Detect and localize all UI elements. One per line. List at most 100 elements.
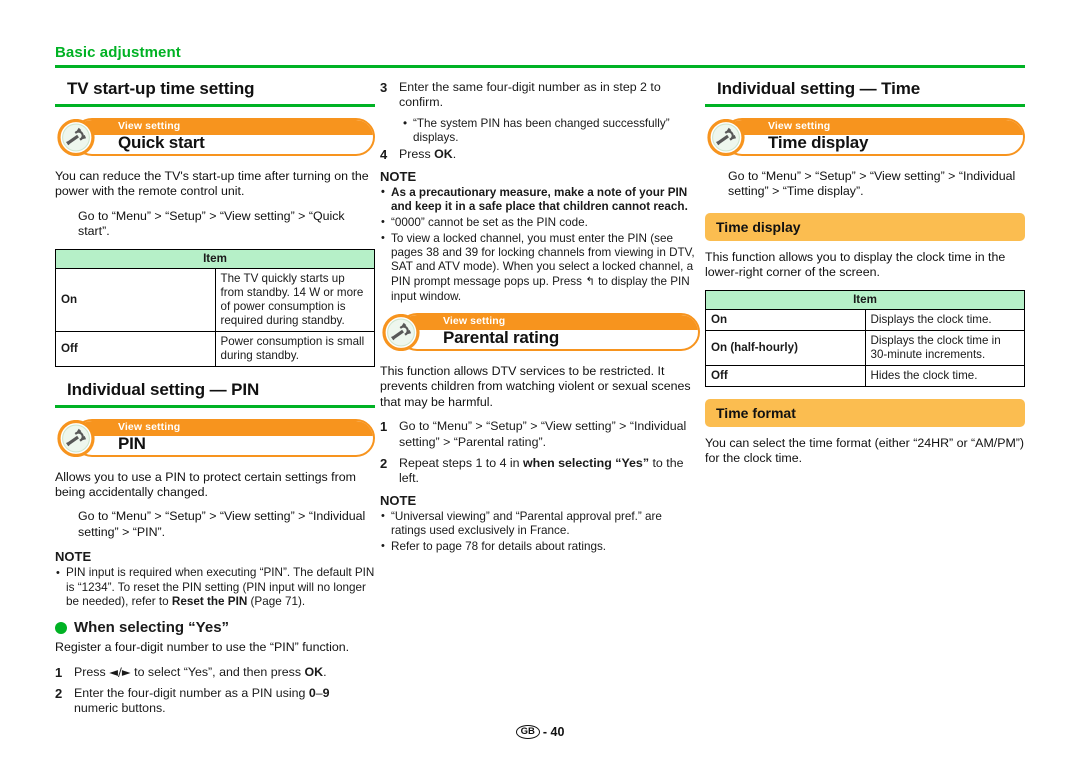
column-right: Individual setting — Time View setting T… [705,78,1025,698]
step-item: 4 Press OK. [380,147,700,162]
running-head: Basic adjustment [55,44,1025,68]
step-text: Press ◄/► to select “Yes”, and then pres… [74,664,327,679]
parental-rating-intro: This function allows DTV services to be … [380,364,691,409]
step-text: Repeat steps 1 to 4 in when selecting “Y… [399,456,684,486]
note-list: As a precautionary measure, make a note … [380,185,700,304]
three-column-body: TV start-up time setting View setting Qu… [55,78,1025,715]
view-setting-banner-quick-start: View setting Quick start [55,118,375,158]
substep-text: “The system PIN has been changed success… [413,116,670,145]
banner-title: Time display [768,133,869,152]
page-number: 40 [550,725,565,739]
banner-label: View setting [443,315,506,327]
table-cell-key: On (half-hourly) [705,329,866,366]
table-row: On (half-hourly) Displays the clock time… [705,329,1025,366]
banner-label: View setting [768,120,831,132]
section-heading-rule [55,104,375,107]
step-number: 2 [55,685,63,701]
page-footer: GB - 40 [0,725,1080,739]
section-heading-tv-startup: TV start-up time setting [67,79,255,98]
substep-item: • “The system PIN has been changed succe… [380,117,700,145]
step-text: Enter the same four-digit number as in s… [399,80,661,110]
view-setting-banner-time-display: View setting Time display [705,118,1025,158]
view-setting-banner-pin: View setting PIN [55,418,375,459]
column-middle: 3 Enter the same four-digit number as in… [380,78,700,698]
subheading-label: When selecting “Yes” [74,619,230,637]
banner-title: Quick start [118,133,205,152]
table-row: On The TV quickly starts up from standby… [55,267,375,332]
table-header-row: Item [705,289,1025,310]
region-mark: GB [515,725,540,739]
section-heading-rule [705,104,1025,107]
table-time-display: Item On Displays the clock time. On (hal… [705,289,1025,387]
document-page: Basic adjustment TV start-up time settin… [0,0,1080,763]
table-row: On Displays the clock time. [705,308,1025,331]
step-item: 3 Enter the same four-digit number as in… [380,80,700,111]
note-heading: NOTE [380,492,417,508]
time-display-intro: This function allows you to display the … [705,249,1006,280]
table-header-item: Item [55,248,375,269]
note-item: “Universal viewing” and “Parental approv… [380,509,700,539]
quick-start-path: Go to “Menu” > “Setup” > “View setting” … [78,208,345,239]
step-text: Go to “Menu” > “Setup” > “View setting” … [399,419,687,449]
table-quick-start: Item On The TV quickly starts up from st… [55,248,375,367]
table-cell-key: Off [705,364,866,387]
column-left: TV start-up time setting View setting Qu… [55,78,375,715]
note-item: As a precautionary measure, make a note … [380,185,700,215]
section-heading-rule [55,404,375,408]
subheading-time-display: Time display [705,212,1025,241]
step-number: 1 [380,419,388,435]
wrench-icon [57,119,95,156]
wrench-icon [707,119,745,156]
note-item: Refer to page 78 for details about ratin… [380,539,700,554]
note-heading: NOTE [380,168,417,184]
table-row: Off Power consumption is small during st… [55,330,375,367]
note-list: PIN input is required when executing “PI… [55,566,375,609]
banner-title: PIN [118,433,146,453]
pin-path: Go to “Menu” > “Setup” > “View setting” … [78,509,366,539]
running-head-rule [55,65,1025,68]
step-number: 4 [380,147,388,163]
section-heading-individual-pin: Individual setting — PIN [67,379,260,399]
bullet-icon: • [403,116,408,130]
pin-intro: Allows you to use a PIN to protect certa… [55,469,356,500]
subheading-when-selecting-yes: When selecting “Yes” [55,618,375,637]
table-cell-value: Displays the clock time in 30-minute inc… [864,329,1025,366]
running-head-label: Basic adjustment [55,44,181,61]
note-item: PIN input is required when executing “PI… [55,566,375,609]
table-cell-value: Displays the clock time. [864,308,1025,331]
time-format-intro: You can select the time format (either “… [705,435,1025,466]
section-heading-individual-time: Individual setting — Time [717,79,921,98]
table-cell-value: Power consumption is small during standb… [214,330,375,367]
table-header-item: Item [705,289,1025,310]
table-cell-value: Hides the clock time. [864,364,1025,387]
note-list: “Universal viewing” and “Parental approv… [380,509,700,554]
time-display-path: Go to “Menu” > “Setup” > “View setting” … [728,169,1016,199]
wrench-icon [382,314,420,351]
step-item: 2 Repeat steps 1 to 4 in when selecting … [380,456,700,487]
note-item: To view a locked channel, you must enter… [380,231,700,304]
quick-start-intro: You can reduce the TV's start-up time af… [55,169,369,199]
wrench-icon [57,419,95,457]
step-text: Press OK. [399,147,457,162]
banner-label: View setting [118,120,181,132]
table-row: Off Hides the clock time. [705,364,1025,387]
view-setting-banner-parental-rating: View setting Parental rating [380,313,700,353]
step-text: Enter the four-digit number as a PIN usi… [74,685,330,716]
step-item: 2 Enter the four-digit number as a PIN u… [55,686,375,717]
note-item: “0000” cannot be set as the PIN code. [380,215,700,230]
step-item: 1 Go to “Menu” > “Setup” > “View setting… [380,419,700,450]
banner-label: View setting [118,420,181,433]
subheading-time-format: Time format [705,398,1025,427]
table-cell-key: Off [55,330,216,367]
yes-intro: Register a four-digit number to use the … [55,640,350,655]
table-cell-key: On [705,308,866,331]
step-item: 1 Press ◄/► to select “Yes”, and then pr… [55,665,375,680]
table-cell-value: The TV quickly starts up from standby. 1… [214,267,375,332]
note-heading: NOTE [55,549,92,565]
table-header-row: Item [55,248,375,269]
table-cell-key: On [55,267,216,332]
footer-separator: - [542,725,548,739]
green-dot-icon [55,621,67,634]
step-number: 2 [380,456,388,472]
return-arrow-icon: ↰ [585,274,595,289]
